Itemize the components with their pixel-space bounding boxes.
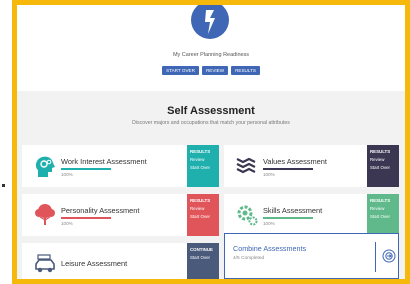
review-link[interactable]: Review [370, 206, 396, 212]
combine-assessments-card[interactable]: Combine Assessments 4/5 Completed [224, 233, 399, 279]
card-title: Work Interest Assessment [61, 157, 147, 166]
continue-link[interactable]: CONTINUE [190, 247, 216, 253]
progress-bar [263, 217, 313, 219]
review-button[interactable]: REVIEW [201, 66, 229, 75]
card-actions: RESULTS Review Start Over [367, 194, 399, 236]
start-over-link[interactable]: Start Over [190, 165, 216, 171]
divider [375, 242, 376, 272]
progress-percent: 100% [263, 172, 275, 177]
card-title: Skills Assessment [263, 206, 323, 215]
start-over-link[interactable]: Start Over [370, 165, 396, 171]
stray-dot [2, 184, 5, 187]
results-link[interactable]: RESULTS [190, 198, 216, 204]
progress-percent: 100% [61, 221, 73, 226]
results-link[interactable]: RESULTS [370, 149, 396, 155]
app-frame: My Career Planning Readiness START OVER … [12, 0, 410, 284]
section-subtitle: Discover majors and occupations that mat… [132, 120, 290, 126]
start-over-link[interactable]: Start Over [190, 255, 216, 261]
header-section: My Career Planning Readiness START OVER … [17, 5, 405, 91]
personality-card[interactable]: Personality Assessment 100% RESULTS Revi… [22, 194, 219, 236]
results-link[interactable]: RESULTS [190, 149, 216, 155]
card-title: Personality Assessment [61, 206, 140, 215]
card-title: Leisure Assessment [61, 259, 128, 268]
brain-tree-icon [32, 202, 58, 228]
start-over-link[interactable]: Start Over [190, 214, 216, 220]
car-icon [32, 251, 58, 277]
combine-title: Combine Assessments [233, 244, 307, 253]
start-over-button[interactable]: START OVER [162, 66, 199, 75]
results-button[interactable]: RESULTS [231, 66, 260, 75]
combine-progress: 4/5 Completed [233, 256, 265, 261]
progress-percent: 100% [263, 221, 275, 226]
career-logo-icon [191, 5, 229, 39]
scales-icon [234, 153, 260, 179]
work-interest-card[interactable]: Work Interest Assessment 100% RESULTS Re… [22, 145, 219, 187]
section-title: Self Assessment [167, 105, 255, 117]
review-link[interactable]: Review [370, 157, 396, 163]
results-link[interactable]: RESULTS [370, 198, 396, 204]
gear-icon [234, 202, 260, 228]
start-over-link[interactable]: Start Over [370, 214, 396, 220]
progress-bar [263, 168, 313, 170]
card-actions: RESULTS Review Start Over [367, 145, 399, 187]
review-link[interactable]: Review [190, 206, 216, 212]
head-gears-icon [32, 153, 58, 179]
progress-bar [61, 217, 111, 219]
card-actions: RESULTS Review Start Over [187, 194, 219, 236]
leisure-card[interactable]: Leisure Assessment CONTINUE Start Over [22, 243, 219, 279]
forward-arrow-icon[interactable] [382, 249, 396, 263]
card-actions: RESULTS Review Start Over [187, 145, 219, 187]
values-card[interactable]: Values Assessment 100% RESULTS Review St… [224, 145, 399, 187]
progress-percent: 100% [61, 172, 73, 177]
readiness-title: My Career Planning Readiness [172, 52, 250, 58]
header-buttons: START OVER REVIEW RESULTS [17, 66, 405, 75]
card-actions: CONTINUE Start Over [187, 243, 219, 279]
review-link[interactable]: Review [190, 157, 216, 163]
skills-card[interactable]: Skills Assessment 100% RESULTS Review St… [224, 194, 399, 236]
progress-bar [61, 168, 111, 170]
card-title: Values Assessment [263, 157, 327, 166]
